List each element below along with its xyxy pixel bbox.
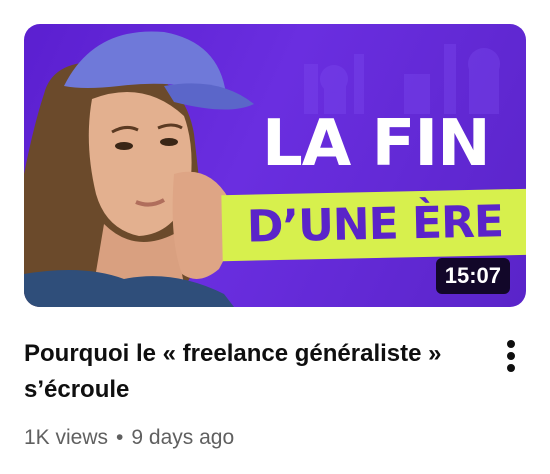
more-options-button[interactable]: [495, 334, 527, 378]
video-metadata: 1K views • 9 days ago: [24, 426, 234, 450]
video-card: LA FIN D’UNE ÈRE 15:07 Pourquoi le « fre…: [0, 0, 550, 474]
view-count: 1K views: [24, 426, 109, 449]
more-vertical-icon: [507, 340, 515, 372]
video-title[interactable]: Pourquoi le « freelance généraliste » s’…: [24, 336, 484, 408]
meta-separator: •: [116, 426, 124, 449]
video-thumbnail[interactable]: LA FIN D’UNE ÈRE 15:07: [24, 24, 526, 307]
duration-badge: 15:07: [435, 258, 510, 294]
thumbnail-highlight-text: D’UNE ÈRE: [246, 196, 504, 253]
upload-age: 9 days ago: [131, 426, 235, 449]
thumbnail-headline: LA FIN: [262, 107, 491, 181]
thumbnail-highlight-banner: D’UNE ÈRE: [221, 188, 526, 262]
